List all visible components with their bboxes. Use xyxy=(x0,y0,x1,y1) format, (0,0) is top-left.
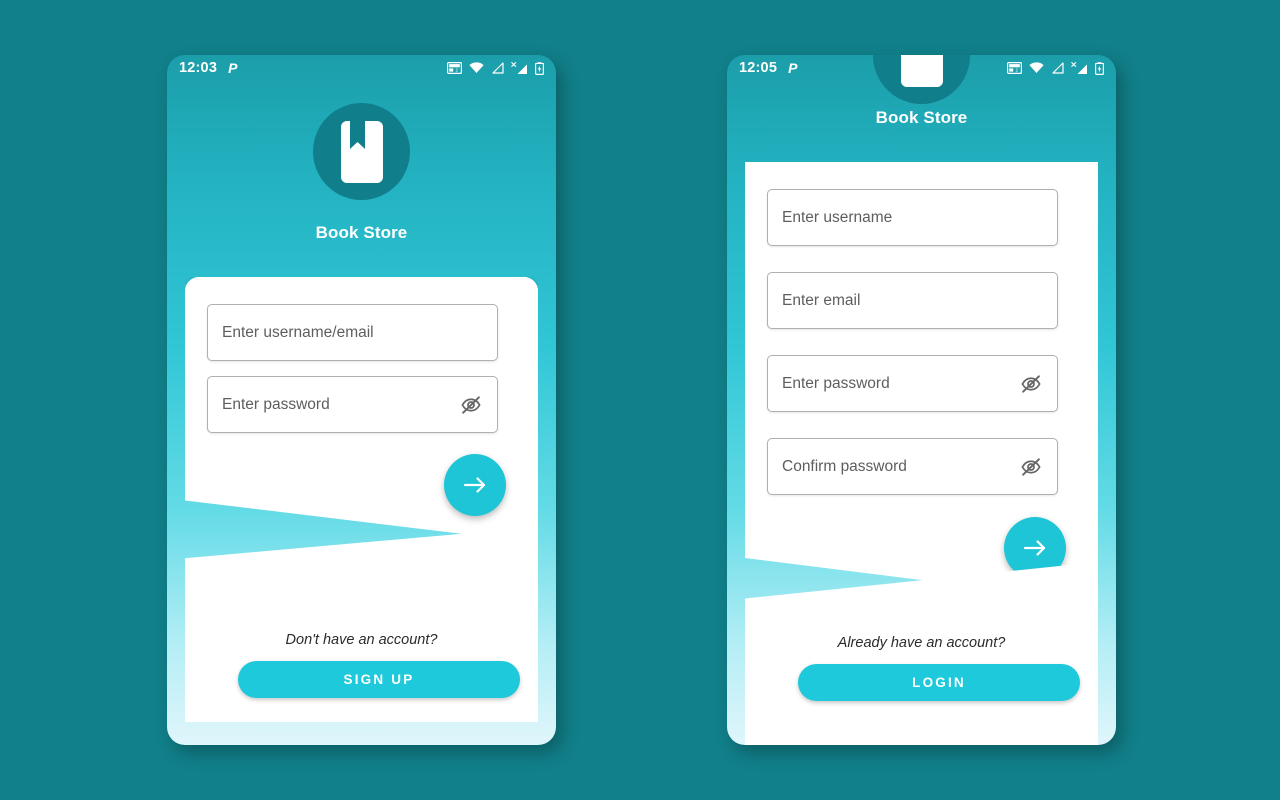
signal-x-icon xyxy=(511,61,527,74)
status-bar-right: 2 xyxy=(447,61,544,75)
login-button[interactable]: LOGIN xyxy=(798,664,1080,701)
arrow-right-icon xyxy=(1023,540,1046,556)
page-title: Book Store xyxy=(875,108,968,127)
login-prompt-text: Already have an account? xyxy=(837,635,1006,651)
pinterest-icon: P xyxy=(228,60,238,76)
confirm-password-placeholder: Confirm password xyxy=(782,457,907,475)
status-bar-clock: 12:03 xyxy=(179,60,218,76)
screenshot-canvas: 12:03 P 2 Book Store Enter username/emai… xyxy=(0,0,1280,800)
password-placeholder: Enter password xyxy=(222,395,330,413)
username-placeholder: Enter username xyxy=(782,208,893,226)
battery-charging-icon xyxy=(1095,61,1104,75)
volte-icon: 2 xyxy=(447,62,462,74)
signup-prompt-text: Don't have an account? xyxy=(285,632,438,648)
signup-prompt-card: Don't have an account? SIGN UP xyxy=(185,527,538,722)
app-logo xyxy=(313,103,410,200)
username-field[interactable]: Enter username xyxy=(767,189,1058,246)
username-email-field[interactable]: Enter username/email xyxy=(207,304,498,361)
password-placeholder: Enter password xyxy=(782,374,890,392)
svg-text:2: 2 xyxy=(1016,67,1019,72)
email-placeholder: Enter email xyxy=(782,291,861,309)
phone-screen-signup: 12:05 P 2 Book Store Enter username Ente… xyxy=(727,55,1116,745)
password-field[interactable]: Enter password xyxy=(207,376,498,433)
login-form-card: Enter username/email Enter password xyxy=(185,277,538,543)
signal-x-icon xyxy=(1071,61,1087,74)
book-bookmark-icon xyxy=(340,120,383,183)
wifi-icon xyxy=(1029,62,1044,73)
book-bookmark-icon xyxy=(900,55,943,87)
password-field[interactable]: Enter password xyxy=(767,355,1058,412)
battery-charging-icon xyxy=(535,61,544,75)
eye-off-icon[interactable] xyxy=(459,393,483,417)
status-bar-right: 2 xyxy=(1007,61,1104,75)
svg-text:2: 2 xyxy=(456,67,459,72)
email-field[interactable]: Enter email xyxy=(767,272,1058,329)
sign-up-button[interactable]: SIGN UP xyxy=(238,661,520,698)
arrow-right-icon xyxy=(463,477,486,493)
page-title: Book Store xyxy=(315,223,408,242)
app-logo xyxy=(873,55,970,104)
pinterest-icon: P xyxy=(788,60,798,76)
signal-empty-icon xyxy=(492,62,504,74)
wifi-icon xyxy=(469,62,484,73)
login-submit-button[interactable] xyxy=(444,454,506,516)
signal-empty-icon xyxy=(1052,62,1064,74)
username-email-placeholder: Enter username/email xyxy=(222,323,374,341)
confirm-password-field[interactable]: Confirm password xyxy=(767,438,1058,495)
status-bar-left: 12:03 P xyxy=(179,60,237,76)
eye-off-icon[interactable] xyxy=(1019,372,1043,396)
status-bar-clock: 12:05 xyxy=(739,60,778,76)
eye-off-icon[interactable] xyxy=(1019,455,1043,479)
login-prompt-card: Already have an account? LOGIN xyxy=(745,562,1098,745)
volte-icon: 2 xyxy=(1007,62,1022,74)
phone-screen-login: 12:03 P 2 Book Store Enter username/emai… xyxy=(167,55,556,745)
status-bar: 12:03 P 2 xyxy=(167,55,556,81)
signup-form-card: Enter username Enter email Enter passwor… xyxy=(745,162,1098,602)
status-bar-left: 12:05 P xyxy=(739,60,797,76)
